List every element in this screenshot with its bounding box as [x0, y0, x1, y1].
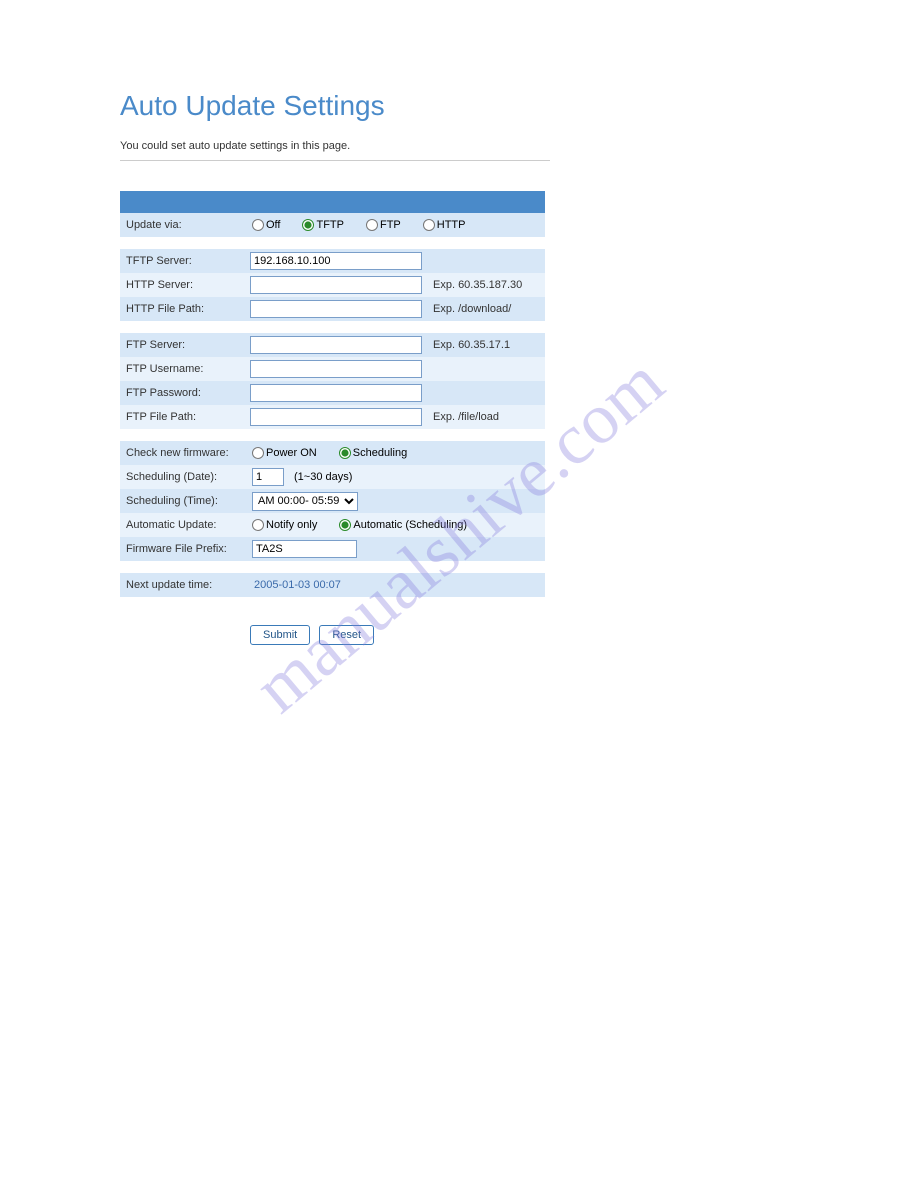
http-path-input[interactable]	[250, 300, 422, 318]
ftp-path-label: FTP File Path:	[120, 411, 250, 423]
divider	[120, 160, 550, 161]
radio-ftp-label: FTP	[380, 219, 401, 231]
radio-http-label: HTTP	[437, 219, 466, 231]
check-firmware-label: Check new firmware:	[120, 447, 250, 459]
radio-off[interactable]	[252, 219, 264, 231]
http-server-input[interactable]	[250, 276, 422, 294]
check-firmware-row: Check new firmware: Power ON Scheduling	[120, 441, 545, 465]
page-title: Auto Update Settings	[120, 90, 888, 122]
radio-scheduling[interactable]	[339, 447, 351, 459]
ftp-server-hint: Exp. 60.35.17.1	[425, 339, 545, 351]
ftp-pass-input[interactable]	[250, 384, 422, 402]
http-path-hint: Exp. /download/	[425, 303, 545, 315]
button-row: Submit Reset	[120, 625, 545, 645]
sched-date-row: Scheduling (Date): (1~30 days)	[120, 465, 545, 489]
ftp-path-hint: Exp. /file/load	[425, 411, 545, 423]
radio-tftp-label: TFTP	[316, 219, 344, 231]
http-server-row: HTTP Server: Exp. 60.35.187.30	[120, 273, 545, 297]
ftp-user-label: FTP Username:	[120, 363, 250, 375]
sched-date-input[interactable]	[252, 468, 284, 486]
radio-notify-only-label: Notify only	[266, 519, 317, 531]
sched-time-select[interactable]: AM 00:00- 05:59	[252, 492, 358, 511]
radio-off-label: Off	[266, 219, 280, 231]
radio-automatic[interactable]	[339, 519, 351, 531]
ftp-pass-label: FTP Password:	[120, 387, 250, 399]
ftp-server-input[interactable]	[250, 336, 422, 354]
radio-http[interactable]	[423, 219, 435, 231]
prefix-label: Firmware File Prefix:	[120, 543, 250, 555]
tftp-server-label: TFTP Server:	[120, 255, 250, 267]
submit-button[interactable]: Submit	[250, 625, 310, 645]
radio-scheduling-label: Scheduling	[353, 447, 407, 459]
next-update-row: Next update time: 2005-01-03 00:07	[120, 573, 545, 597]
sched-date-hint: (1~30 days)	[294, 471, 352, 483]
tftp-server-row: TFTP Server:	[120, 249, 545, 273]
radio-ftp[interactable]	[366, 219, 378, 231]
ftp-user-row: FTP Username:	[120, 357, 545, 381]
header-bar	[120, 191, 545, 213]
radio-notify-only[interactable]	[252, 519, 264, 531]
ftp-path-input[interactable]	[250, 408, 422, 426]
radio-automatic-label: Automatic (Scheduling)	[353, 519, 467, 531]
radio-tftp[interactable]	[302, 219, 314, 231]
radio-power-on[interactable]	[252, 447, 264, 459]
ftp-server-row: FTP Server: Exp. 60.35.17.1	[120, 333, 545, 357]
radio-power-on-label: Power ON	[266, 447, 317, 459]
ftp-pass-row: FTP Password:	[120, 381, 545, 405]
ftp-server-label: FTP Server:	[120, 339, 250, 351]
update-via-label: Update via:	[120, 219, 250, 231]
tftp-server-input[interactable]	[250, 252, 422, 270]
prefix-row: Firmware File Prefix:	[120, 537, 545, 561]
sched-time-label: Scheduling (Time):	[120, 495, 250, 507]
next-update-value: 2005-01-03 00:07	[252, 579, 341, 591]
page-subtitle: You could set auto update settings in th…	[120, 140, 888, 152]
sched-time-row: Scheduling (Time): AM 00:00- 05:59	[120, 489, 545, 513]
config-form: Update via: Off TFTP FTP HTTP TFTP Serve…	[120, 191, 545, 645]
http-server-label: HTTP Server:	[120, 279, 250, 291]
auto-update-label: Automatic Update:	[120, 519, 250, 531]
reset-button[interactable]: Reset	[319, 625, 374, 645]
next-update-label: Next update time:	[120, 579, 250, 591]
prefix-input[interactable]	[252, 540, 357, 558]
ftp-user-input[interactable]	[250, 360, 422, 378]
ftp-path-row: FTP File Path: Exp. /file/load	[120, 405, 545, 429]
auto-update-row: Automatic Update: Notify only Automatic …	[120, 513, 545, 537]
http-path-label: HTTP File Path:	[120, 303, 250, 315]
http-path-row: HTTP File Path: Exp. /download/	[120, 297, 545, 321]
update-via-row: Update via: Off TFTP FTP HTTP	[120, 213, 545, 237]
sched-date-label: Scheduling (Date):	[120, 471, 250, 483]
http-server-hint: Exp. 60.35.187.30	[425, 279, 545, 291]
